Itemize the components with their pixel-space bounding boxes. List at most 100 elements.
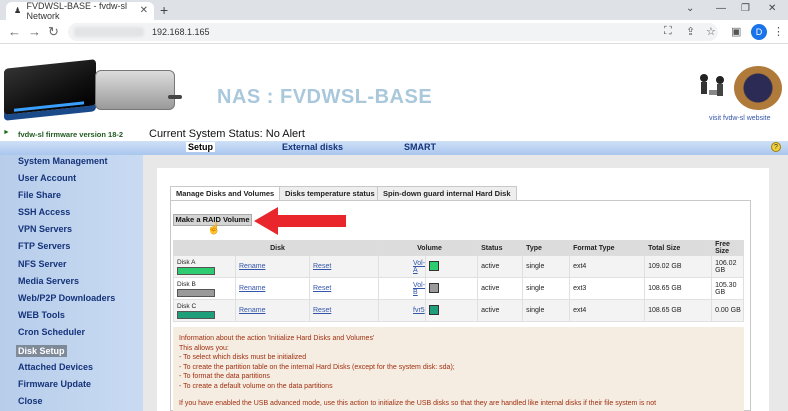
volume-link[interactable]: fvr5	[413, 307, 425, 314]
browser-tab[interactable]: ♟ FVDWSL-BASE - fvdw-sl Network ✕	[6, 1, 154, 21]
disk-cell: Disk A	[173, 255, 236, 278]
info-line: - To create the partition table on the i…	[179, 363, 455, 371]
free-size-cell: 0.00 GB	[711, 299, 744, 322]
format-cell: ext4	[569, 255, 646, 278]
info-line: - To format the data partitions	[179, 373, 270, 380]
firmware-arrow-icon: ►	[3, 129, 10, 136]
col-volume: Volume	[377, 240, 479, 256]
disk-cell: Disk C	[173, 299, 236, 322]
close-window-icon[interactable]: ✕	[768, 3, 776, 14]
table-row: Disk C Rename Reset fvr5 active single ext4 108…	[173, 299, 744, 322]
tab-spin-down-guard[interactable]: Spin-down guard internal Hard Disk	[377, 186, 517, 200]
tab-manage-disks[interactable]: Manage Disks and Volumes	[170, 186, 281, 200]
info-line: This allows you:	[179, 344, 229, 352]
col-free-size: Free Size	[711, 240, 744, 256]
red-arrow-annotation	[254, 207, 346, 235]
nav-smart[interactable]: SMART	[404, 142, 436, 152]
url-text: 192.168.1.165	[152, 27, 210, 37]
sidebar-item-attached-devices[interactable]: Attached Devices	[18, 362, 93, 372]
sidebar-item-disk-setup[interactable]: Disk Setup	[16, 345, 67, 357]
sidebar-item-user-account[interactable]: User Account	[18, 173, 76, 183]
top-navigation: Setup External disks SMART	[0, 141, 788, 155]
info-line: - To create a default volume on the data…	[179, 382, 333, 390]
disks-table: Disk Volume Status Type Format Type Tota…	[173, 240, 744, 322]
address-bar[interactable]: 192.168.1.165	[68, 23, 718, 41]
volume-link[interactable]: Vol-B	[413, 282, 425, 296]
disk-name: Disk A	[177, 258, 196, 266]
minimize-icon[interactable]: —	[716, 3, 726, 14]
back-icon[interactable]: ←	[8, 24, 21, 39]
reset-link[interactable]: Reset	[313, 285, 331, 292]
total-size-cell: 108.65 GB	[644, 277, 713, 300]
total-size-cell: 109.02 GB	[644, 255, 713, 278]
col-disk: Disk	[173, 240, 379, 256]
hand-cursor-icon: ☝	[207, 223, 221, 235]
nav-external-disks[interactable]: External disks	[282, 142, 343, 152]
format-cell: ext4	[569, 299, 646, 322]
reset-link[interactable]: Reset	[313, 307, 331, 314]
forward-icon[interactable]: →	[28, 24, 41, 39]
maximize-icon[interactable]: ❐	[741, 3, 750, 14]
sidebar-item-ssh-access[interactable]: SSH Access	[18, 207, 70, 217]
info-box: Information about the action 'Initialize…	[173, 327, 744, 411]
col-status: Status	[477, 240, 524, 256]
rename-link[interactable]: Rename	[239, 285, 265, 292]
reset-link[interactable]: Reset	[313, 263, 331, 270]
browser-toolbar: ← → ↻ 192.168.1.165 ⛶ ⇪ ☆ ▣ ⋮	[0, 20, 788, 44]
sidebar-item-vpn-servers[interactable]: VPN Servers	[18, 224, 72, 234]
sidebar-item-nfs-server[interactable]: NFS Server	[18, 259, 67, 269]
menu-icon[interactable]: ⋮	[773, 25, 784, 38]
sidebar-item-web-tools[interactable]: WEB Tools	[18, 310, 65, 320]
external-drive-image	[95, 70, 182, 110]
col-type: Type	[522, 240, 571, 256]
firmware-version: fvdw-sl firmware version 18-2	[18, 130, 124, 139]
page-title: NAS : FVDWSL-BASE	[217, 86, 433, 108]
volume-color-swatch	[429, 260, 440, 271]
help-icon[interactable]: ?	[771, 142, 781, 152]
disk-color-bar	[177, 288, 215, 297]
fvdw-logo	[734, 66, 782, 110]
info-line: Information about the action 'Initialize…	[179, 335, 375, 342]
sidebar-item-cron-scheduler[interactable]: Cron Scheduler	[18, 327, 85, 337]
volume-color-swatch	[429, 304, 440, 315]
side-panel-icon[interactable]: ▣	[731, 25, 741, 38]
avatar[interactable]: D	[751, 24, 767, 40]
col-format-type: Format Type	[569, 240, 646, 256]
reload-icon[interactable]: ↻	[48, 24, 59, 40]
sidebar-item-ftp-servers[interactable]: FTP Servers	[18, 241, 70, 251]
visit-website-link[interactable]: visit fvdw-sl website	[709, 115, 770, 122]
tab-disk-temperature[interactable]: Disks temperature status	[279, 186, 381, 200]
mascot-icon	[700, 74, 724, 96]
system-status: Current System Status: No Alert	[149, 128, 305, 140]
sidebar-item-close[interactable]: Close	[18, 396, 43, 406]
free-size-cell: 106.02 GB	[711, 255, 744, 278]
sidebar-item-firmware-update[interactable]: Firmware Update	[18, 379, 91, 389]
info-line: - To select which disks must be initiali…	[179, 354, 307, 361]
tab-search-icon[interactable]: ⌄	[686, 3, 694, 14]
new-tab-button[interactable]: +	[160, 2, 168, 18]
site-favicon-icon: ♟	[14, 6, 22, 15]
blurred-url-part	[74, 27, 144, 37]
disk-cell: Disk B	[173, 277, 236, 300]
info-note: If you have enabled the USB advanced mod…	[179, 400, 657, 407]
sidebar-item-web-p2p-downloaders[interactable]: Web/P2P Downloaders	[18, 293, 115, 303]
sidebar-item-media-servers[interactable]: Media Servers	[18, 276, 79, 286]
sidebar-item-file-share[interactable]: File Share	[18, 190, 61, 200]
rename-link[interactable]: Rename	[239, 307, 265, 314]
nav-setup[interactable]: Setup	[186, 142, 216, 152]
col-total-size: Total Size	[644, 240, 713, 256]
type-cell: single	[522, 299, 571, 322]
table-row: Disk B Rename Reset Vol-B active single ext3 10…	[173, 277, 744, 300]
volume-color-swatch	[429, 282, 440, 293]
free-size-cell: 105.30 GB	[711, 277, 744, 300]
total-size-cell: 108.65 GB	[644, 299, 713, 322]
rename-link[interactable]: Rename	[239, 263, 265, 270]
translate-icon[interactable]: ⛶	[664, 25, 672, 38]
status-cell: active	[477, 255, 524, 278]
share-icon[interactable]: ⇪	[686, 25, 695, 38]
close-tab-icon[interactable]: ✕	[140, 5, 148, 16]
tab-title: FVDWSL-BASE - fvdw-sl Network	[26, 1, 128, 21]
volume-link[interactable]: Vol-A	[413, 260, 425, 274]
bookmark-star-icon[interactable]: ☆	[706, 25, 716, 38]
sidebar-item-system-management[interactable]: System Management	[18, 156, 108, 166]
